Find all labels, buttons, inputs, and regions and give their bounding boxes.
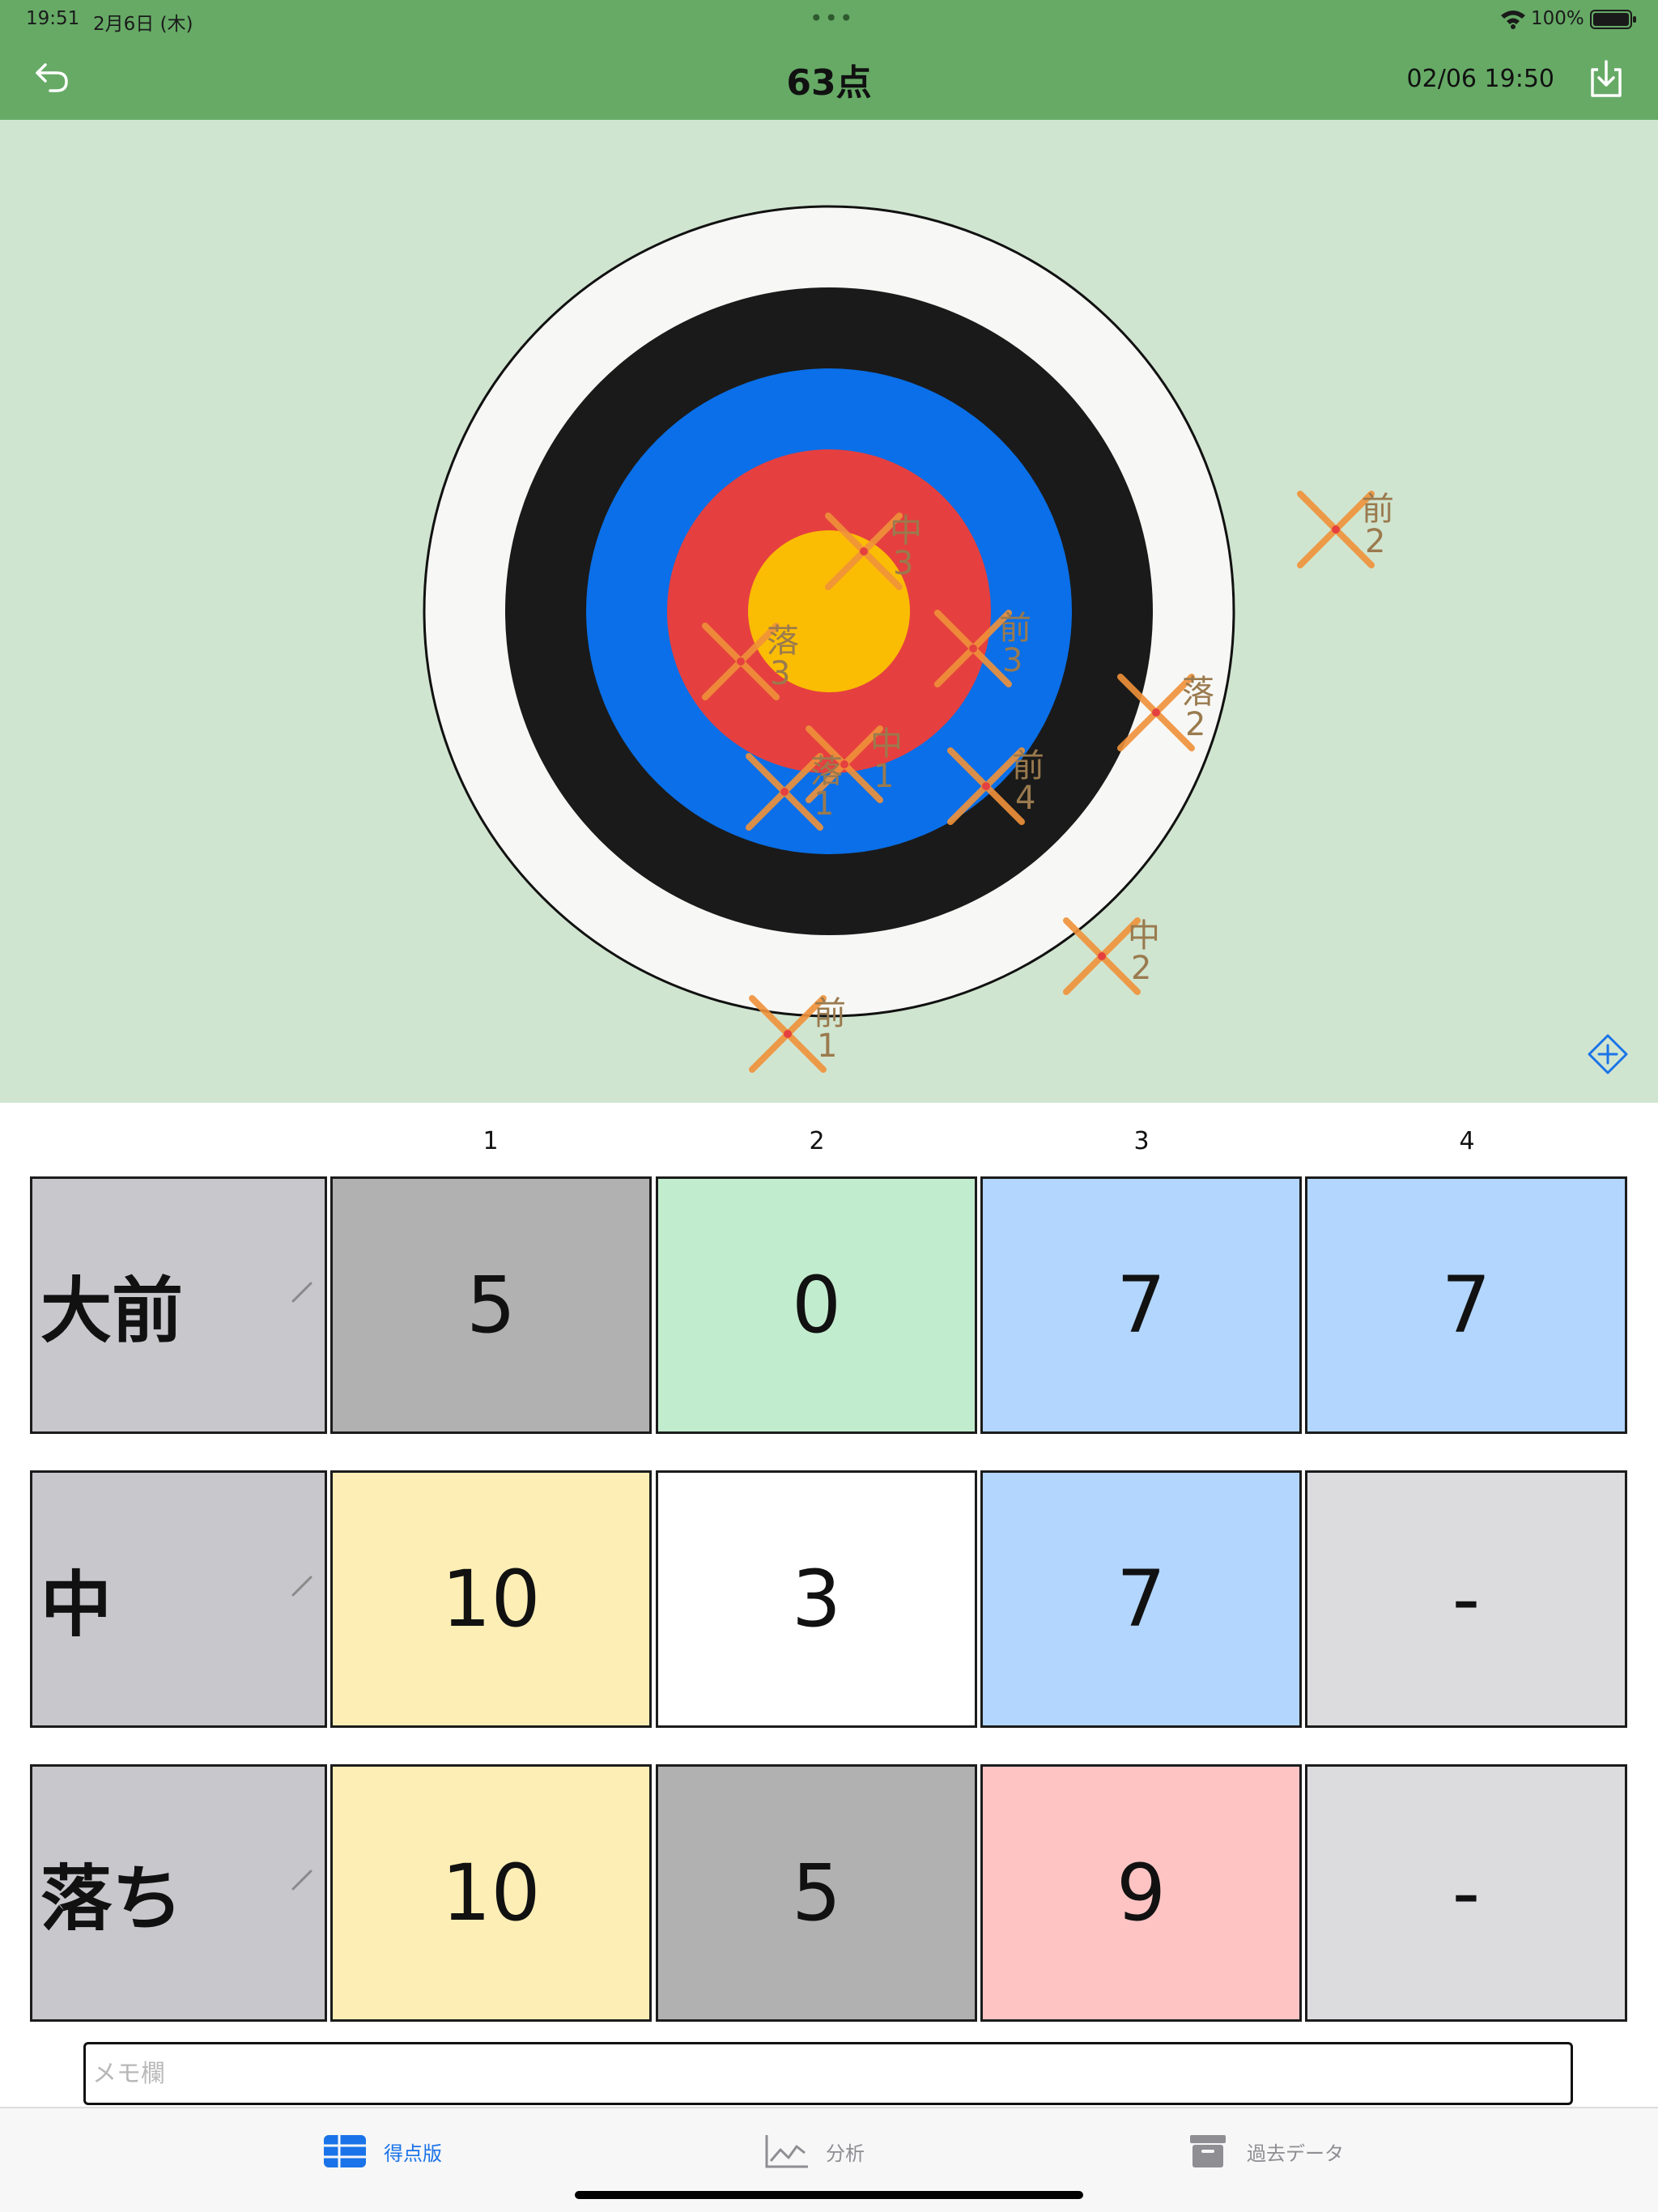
status-date: 2月6日 (木)	[93, 14, 193, 35]
marker-center	[1332, 525, 1340, 534]
score-cell[interactable]: 10	[330, 1470, 652, 1728]
marker-number: 2	[1365, 523, 1385, 560]
undo-icon[interactable]	[32, 58, 73, 99]
chart-icon	[765, 2135, 808, 2168]
marker-center	[780, 788, 789, 796]
score-cell[interactable]: 0	[656, 1176, 977, 1434]
edit-icon[interactable]	[291, 1281, 313, 1304]
score-cell[interactable]: -	[1305, 1764, 1627, 2022]
battery-percent: 100%	[1531, 8, 1584, 29]
page-title: 63点	[786, 62, 872, 104]
record-datetime[interactable]: 02/06 19:50	[1360, 65, 1554, 93]
target-area[interactable]: 前1前2前3前4中1中2中3落1落2落3	[0, 120, 1658, 1103]
edit-icon[interactable]	[291, 1575, 313, 1597]
row-label-naka[interactable]: 中	[30, 1470, 327, 1728]
score-cell[interactable]: 9	[980, 1764, 1302, 2022]
tab-label: 過去データ	[1247, 2142, 1344, 2165]
home-indicator	[575, 2191, 1083, 2199]
marker-center	[1098, 952, 1106, 960]
tab-score-board[interactable]: 得点版	[322, 2131, 442, 2172]
marker-center	[737, 657, 745, 666]
marker-number: 4	[1015, 780, 1035, 817]
score-cell[interactable]: 5	[330, 1176, 652, 1434]
marker-number: 3	[1002, 642, 1022, 679]
tab-analysis[interactable]: 分析	[764, 2131, 865, 2172]
row-label-omae[interactable]: 大前	[30, 1176, 327, 1434]
table-icon	[324, 2135, 366, 2167]
memo-input[interactable]	[83, 2042, 1573, 2105]
add-shot-icon[interactable]	[1587, 1033, 1629, 1075]
row-label-text: 中	[40, 1563, 113, 1647]
shot-mae-2-marker[interactable]: 前2	[1297, 491, 1394, 568]
archive-icon	[1190, 2135, 1226, 2167]
row-label-ochi[interactable]: 落ち	[30, 1764, 327, 2022]
marker-center	[784, 1030, 792, 1038]
score-cell[interactable]: 7	[980, 1176, 1302, 1434]
marker-number: 1	[814, 785, 834, 823]
marker-center	[1152, 708, 1160, 717]
multitask-dots[interactable]: •••	[810, 5, 855, 32]
marker-number: 2	[1131, 950, 1151, 987]
tab-bar: 得点版 分析 過去データ	[0, 2107, 1658, 2212]
marker-center	[982, 782, 990, 790]
target-face[interactable]: 前1前2前3前4中1中2中3落1落2落3	[0, 120, 1658, 1103]
header: 19:51 2月6日 (木) ••• 100% 63点 02/06 19:50	[0, 0, 1658, 120]
column-header: 4	[1459, 1127, 1475, 1155]
battery-icon	[1590, 10, 1636, 29]
edit-icon[interactable]	[291, 1869, 313, 1891]
marker-number: 1	[874, 758, 894, 795]
score-table: 1 2 3 4 大前 5 0 7 7 中 10 3 7 - 落ち 10 5 9 …	[0, 1103, 1658, 2105]
marker-center	[860, 547, 868, 555]
score-cell[interactable]: 5	[656, 1764, 977, 2022]
status-time: 19:51	[26, 8, 80, 29]
marker-number: 3	[770, 655, 790, 692]
marker-center	[969, 644, 977, 653]
marker-number: 3	[893, 545, 913, 582]
wifi-icon	[1501, 11, 1525, 29]
score-cell[interactable]: 7	[1305, 1176, 1627, 1434]
marker-number: 1	[817, 1027, 837, 1065]
row-label-text: 大前	[40, 1269, 184, 1353]
score-cell[interactable]: 7	[980, 1470, 1302, 1728]
score-cell[interactable]: -	[1305, 1470, 1627, 1728]
column-header: 3	[1133, 1127, 1150, 1155]
column-header: 2	[809, 1127, 825, 1155]
tab-history[interactable]: 過去データ	[1185, 2131, 1344, 2172]
marker-number: 2	[1185, 706, 1205, 743]
column-header: 1	[483, 1127, 499, 1155]
download-icon[interactable]	[1588, 58, 1624, 99]
row-label-text: 落ち	[40, 1857, 184, 1941]
score-cell[interactable]: 10	[330, 1764, 652, 2022]
tab-label: 分析	[826, 2142, 865, 2165]
score-cell[interactable]: 3	[656, 1470, 977, 1728]
tab-label: 得点版	[384, 2142, 442, 2165]
